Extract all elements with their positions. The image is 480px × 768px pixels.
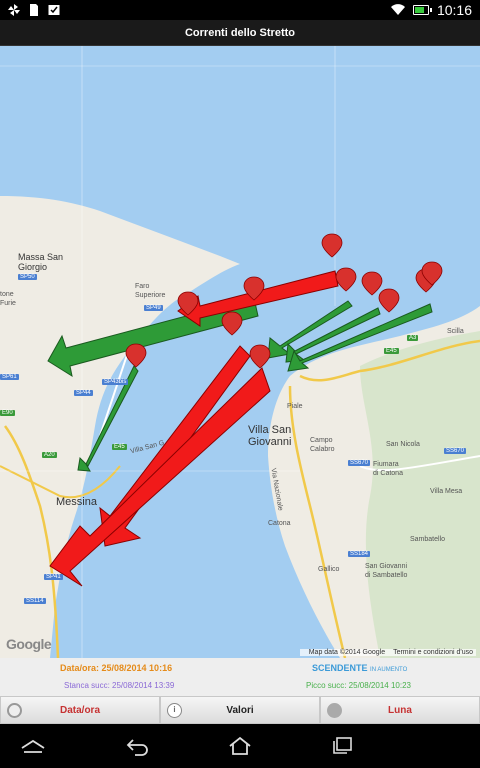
road-sp49: SP49 [144,305,163,311]
status-bar: 10:16 [0,0,480,20]
document-icon [30,4,38,16]
road-sp44: SP44 [74,390,93,396]
moon-button[interactable]: Luna [320,696,480,724]
info-panel: Data/ora: 25/08/2014 10:16 SCENDENTE IN … [0,658,480,696]
label-sambatello: Sambatello [410,536,446,543]
label-messina: Messina [56,496,97,508]
current-datetime: Data/ora: 25/08/2014 10:16 [60,663,173,673]
road-e45: E45 [112,444,127,450]
action-bar: Data/ora i Valori Luna [0,696,480,724]
label-san-nicola: San Nicola [386,441,420,448]
terms-link[interactable]: Termini e condizioni d'uso [393,649,473,656]
wifi-icon [390,4,405,16]
gear-icon [7,703,22,718]
road-sp50: SP50 [18,274,37,280]
map-attribution: Map data ©2014 Google Termini e condizio… [299,649,476,656]
datetime-button-label: Data/ora [59,704,100,716]
label-villa-san-giovanni: Villa San Giovanni [248,424,292,448]
recent-apps-up-icon[interactable] [20,736,46,756]
values-button-label: Valori [226,704,254,716]
road-e45-calabria: E45 [384,348,399,354]
app-title: Correnti dello Stretto [0,20,480,46]
trend-sublabel: IN AUMENTO [370,667,408,673]
moon-button-label: Luna [388,704,412,716]
trend-label: SCENDENTE [312,663,368,673]
checkbox-icon [48,5,60,15]
clock: 10:16 [436,2,472,18]
trend-status: SCENDENTE IN AUMENTO [312,663,407,673]
moon-icon [327,703,342,718]
label-campo-calabro: Campo Calabro [310,437,335,453]
back-icon[interactable] [125,736,151,756]
battery-icon [412,5,432,15]
road-sp61: SP61 [0,374,19,380]
next-slack: Stanca succ: 25/08/2014 13:39 [64,681,175,690]
road-ss184: SS184 [348,551,371,557]
map-view[interactable]: Massa San Giorgio tone Furie Faro Superi… [0,46,480,658]
label-gallico: Gallico [318,566,340,573]
road-e90: E90 [0,410,15,416]
google-logo: Google [6,636,52,652]
road-a3: A3 [407,335,419,341]
road-ss670: SS670 [348,460,371,466]
next-peak: Picco succ: 25/08/2014 10:23 [306,681,411,690]
info-icon: i [167,703,182,718]
label-catona: Catona [268,520,291,527]
label-villa-mesa: Villa Mesa [430,488,463,495]
label-san-giovanni-di-sambatello: San Giovanni di Sambatello [365,563,408,579]
road-sp41: SP41 [44,574,63,580]
map-data-text: Map data ©2014 Google [308,649,386,656]
map-canvas [0,46,480,658]
label-fiumara-di-catona: Fiumara di Catona [373,461,403,477]
values-button[interactable]: i Valori [160,696,320,724]
label-massa-san-giorgio: Massa San Giorgio [18,252,64,272]
recents-icon[interactable] [330,736,356,756]
datetime-button[interactable]: Data/ora [0,696,160,724]
label-scilla: Scilla [447,328,464,335]
label-faro-superiore: Faro Superiore [135,283,166,299]
label-piale: Piale [287,403,303,410]
road-sp43bis: SP43bis [102,379,129,385]
label-tone-furie: tone Furie [0,291,16,307]
system-nav-bar [0,724,480,768]
road-ss670-east: SS670 [444,448,467,454]
road-ss114: SS114 [24,598,46,604]
home-icon[interactable] [227,736,253,756]
pinwheel-icon [8,4,20,16]
road-a20: A20 [42,452,57,458]
